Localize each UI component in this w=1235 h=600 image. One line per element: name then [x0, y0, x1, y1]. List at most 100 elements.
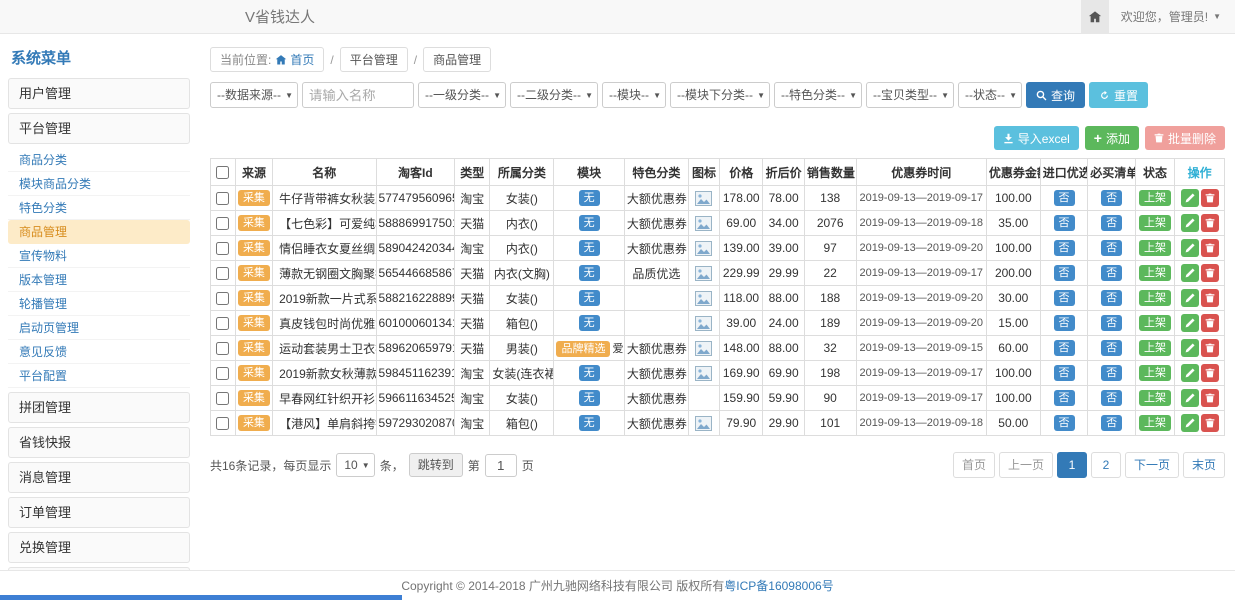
column-header: 价格: [719, 159, 762, 186]
sidebar-item[interactable]: 商品分类: [8, 148, 190, 172]
sidebar: 系统菜单 用户管理平台管理商品分类模块商品分类特色分类商品管理宣传物料版本管理轮…: [8, 34, 190, 570]
edit-button[interactable]: [1181, 414, 1199, 432]
table-row: 采集早春网红针织开衫女春...596611634525淘宝女装()无大额优惠券1…: [211, 386, 1225, 411]
header-right: 欢迎您，管理员! ▼: [1081, 0, 1221, 33]
breadcrumb-home-link[interactable]: 首页: [275, 51, 314, 68]
edit-button[interactable]: [1181, 289, 1199, 307]
select-all-checkbox[interactable]: [216, 166, 229, 179]
pagination: 共16条记录，每页显示 10 ▼ 条， 跳转到 第 页 首页上一页12下一页末页: [210, 452, 1225, 478]
sidebar-item[interactable]: 特色分类: [8, 196, 190, 220]
column-header: 所属分类: [490, 159, 554, 186]
edit-button[interactable]: [1181, 339, 1199, 357]
sidebar-group[interactable]: 兑换管理: [8, 532, 190, 563]
edit-button[interactable]: [1181, 264, 1199, 282]
sidebar-group[interactable]: 平台管理: [8, 113, 190, 144]
row-checkbox[interactable]: [216, 342, 229, 355]
filter-select[interactable]: --一级分类--▼: [418, 82, 506, 108]
icp-link[interactable]: 粤ICP备16098006号: [724, 577, 833, 594]
filter-select[interactable]: --特色分类--▼: [774, 82, 862, 108]
delete-button[interactable]: [1201, 414, 1219, 432]
source-badge: 采集: [238, 315, 270, 331]
edit-button[interactable]: [1181, 214, 1199, 232]
jump-button[interactable]: 跳转到: [409, 453, 463, 477]
delete-button[interactable]: [1201, 214, 1219, 232]
edit-button[interactable]: [1181, 314, 1199, 332]
cell-price: 139.00: [719, 236, 762, 261]
filter-select[interactable]: --宝贝类型--▼: [866, 82, 954, 108]
import-select-badge: 否: [1054, 390, 1075, 406]
page-link[interactable]: 首页: [953, 452, 995, 478]
cell-taoke-id: 598451162391: [376, 361, 455, 386]
home-button[interactable]: [1081, 0, 1109, 33]
row-checkbox[interactable]: [216, 192, 229, 205]
records-summary: 共16条记录，每页显示: [210, 457, 331, 474]
breadcrumb-item-platform[interactable]: 平台管理: [340, 47, 408, 72]
cell-category: 男装(): [490, 336, 554, 361]
breadcrumb-item-products[interactable]: 商品管理: [423, 47, 491, 72]
edit-button[interactable]: [1181, 364, 1199, 382]
edit-button[interactable]: [1181, 239, 1199, 257]
row-checkbox[interactable]: [216, 417, 229, 430]
filter-select[interactable]: --数据来源--▼: [210, 82, 298, 108]
filter-select[interactable]: --状态--▼: [958, 82, 1022, 108]
batch-delete-button[interactable]: 批量删除: [1145, 126, 1225, 150]
sidebar-item[interactable]: 模块商品分类: [8, 172, 190, 196]
delete-button[interactable]: [1201, 289, 1219, 307]
sidebar-group[interactable]: 订单管理: [8, 497, 190, 528]
row-checkbox[interactable]: [216, 217, 229, 230]
add-button[interactable]: + 添加: [1085, 126, 1139, 150]
sidebar-item[interactable]: 宣传物料: [8, 244, 190, 268]
row-checkbox[interactable]: [216, 242, 229, 255]
page-link[interactable]: 2: [1091, 452, 1121, 478]
delete-button[interactable]: [1201, 189, 1219, 207]
filter-select[interactable]: --模块--▼: [602, 82, 666, 108]
search-button[interactable]: 查询: [1026, 82, 1085, 108]
edit-button[interactable]: [1181, 389, 1199, 407]
source-badge: 采集: [238, 215, 270, 231]
name-filter-input[interactable]: [302, 82, 414, 108]
sidebar-item[interactable]: 意见反馈: [8, 340, 190, 364]
cell-featured-category: [624, 311, 688, 336]
page-link[interactable]: 下一页: [1125, 452, 1179, 478]
delete-button[interactable]: [1201, 339, 1219, 357]
filter-select[interactable]: --模块下分类--▼: [670, 82, 770, 108]
cell-type: 淘宝: [455, 411, 490, 436]
column-header: 淘客Id: [376, 159, 455, 186]
row-checkbox[interactable]: [216, 392, 229, 405]
delete-button[interactable]: [1201, 264, 1219, 282]
user-menu[interactable]: 欢迎您，管理员! ▼: [1121, 8, 1221, 25]
sidebar-group[interactable]: 消息管理: [8, 462, 190, 493]
row-checkbox[interactable]: [216, 317, 229, 330]
sidebar-group[interactable]: 用户管理: [8, 78, 190, 109]
reset-button[interactable]: 重置: [1089, 82, 1148, 108]
column-header: 图标: [688, 159, 719, 186]
sidebar-item[interactable]: 轮播管理: [8, 292, 190, 316]
delete-button[interactable]: [1201, 389, 1219, 407]
sidebar-item[interactable]: 版本管理: [8, 268, 190, 292]
page-number-input[interactable]: [485, 454, 517, 477]
status-badge: 上架: [1139, 390, 1171, 406]
sidebar-group[interactable]: 拼团管理: [8, 392, 190, 423]
page-link[interactable]: 上一页: [999, 452, 1053, 478]
per-page-select[interactable]: 10 ▼: [336, 453, 374, 477]
table-header-row: 来源名称淘客Id类型所属分类模块特色分类图标价格折后价销售数量优惠券时间优惠券金…: [211, 159, 1225, 186]
row-checkbox[interactable]: [216, 292, 229, 305]
cell-coupon-amount: 50.00: [986, 411, 1040, 436]
edit-button[interactable]: [1181, 189, 1199, 207]
row-checkbox[interactable]: [216, 267, 229, 280]
delete-button[interactable]: [1201, 239, 1219, 257]
sidebar-group[interactable]: 省钱快报: [8, 427, 190, 458]
cell-must-buy: 否: [1088, 311, 1136, 336]
page-link[interactable]: 末页: [1183, 452, 1225, 478]
row-checkbox[interactable]: [216, 367, 229, 380]
import-excel-button[interactable]: 导入excel: [994, 126, 1079, 150]
delete-button[interactable]: [1201, 314, 1219, 332]
filter-select[interactable]: --二级分类--▼: [510, 82, 598, 108]
sidebar-item[interactable]: 启动页管理: [8, 316, 190, 340]
sidebar-item[interactable]: 商品管理: [8, 220, 190, 244]
cell-status: 上架: [1135, 261, 1174, 286]
page-link[interactable]: 1: [1057, 452, 1087, 478]
cell-coupon-time: 2019-09-13—2019-09-17: [856, 361, 986, 386]
delete-button[interactable]: [1201, 364, 1219, 382]
sidebar-item[interactable]: 平台配置: [8, 364, 190, 388]
